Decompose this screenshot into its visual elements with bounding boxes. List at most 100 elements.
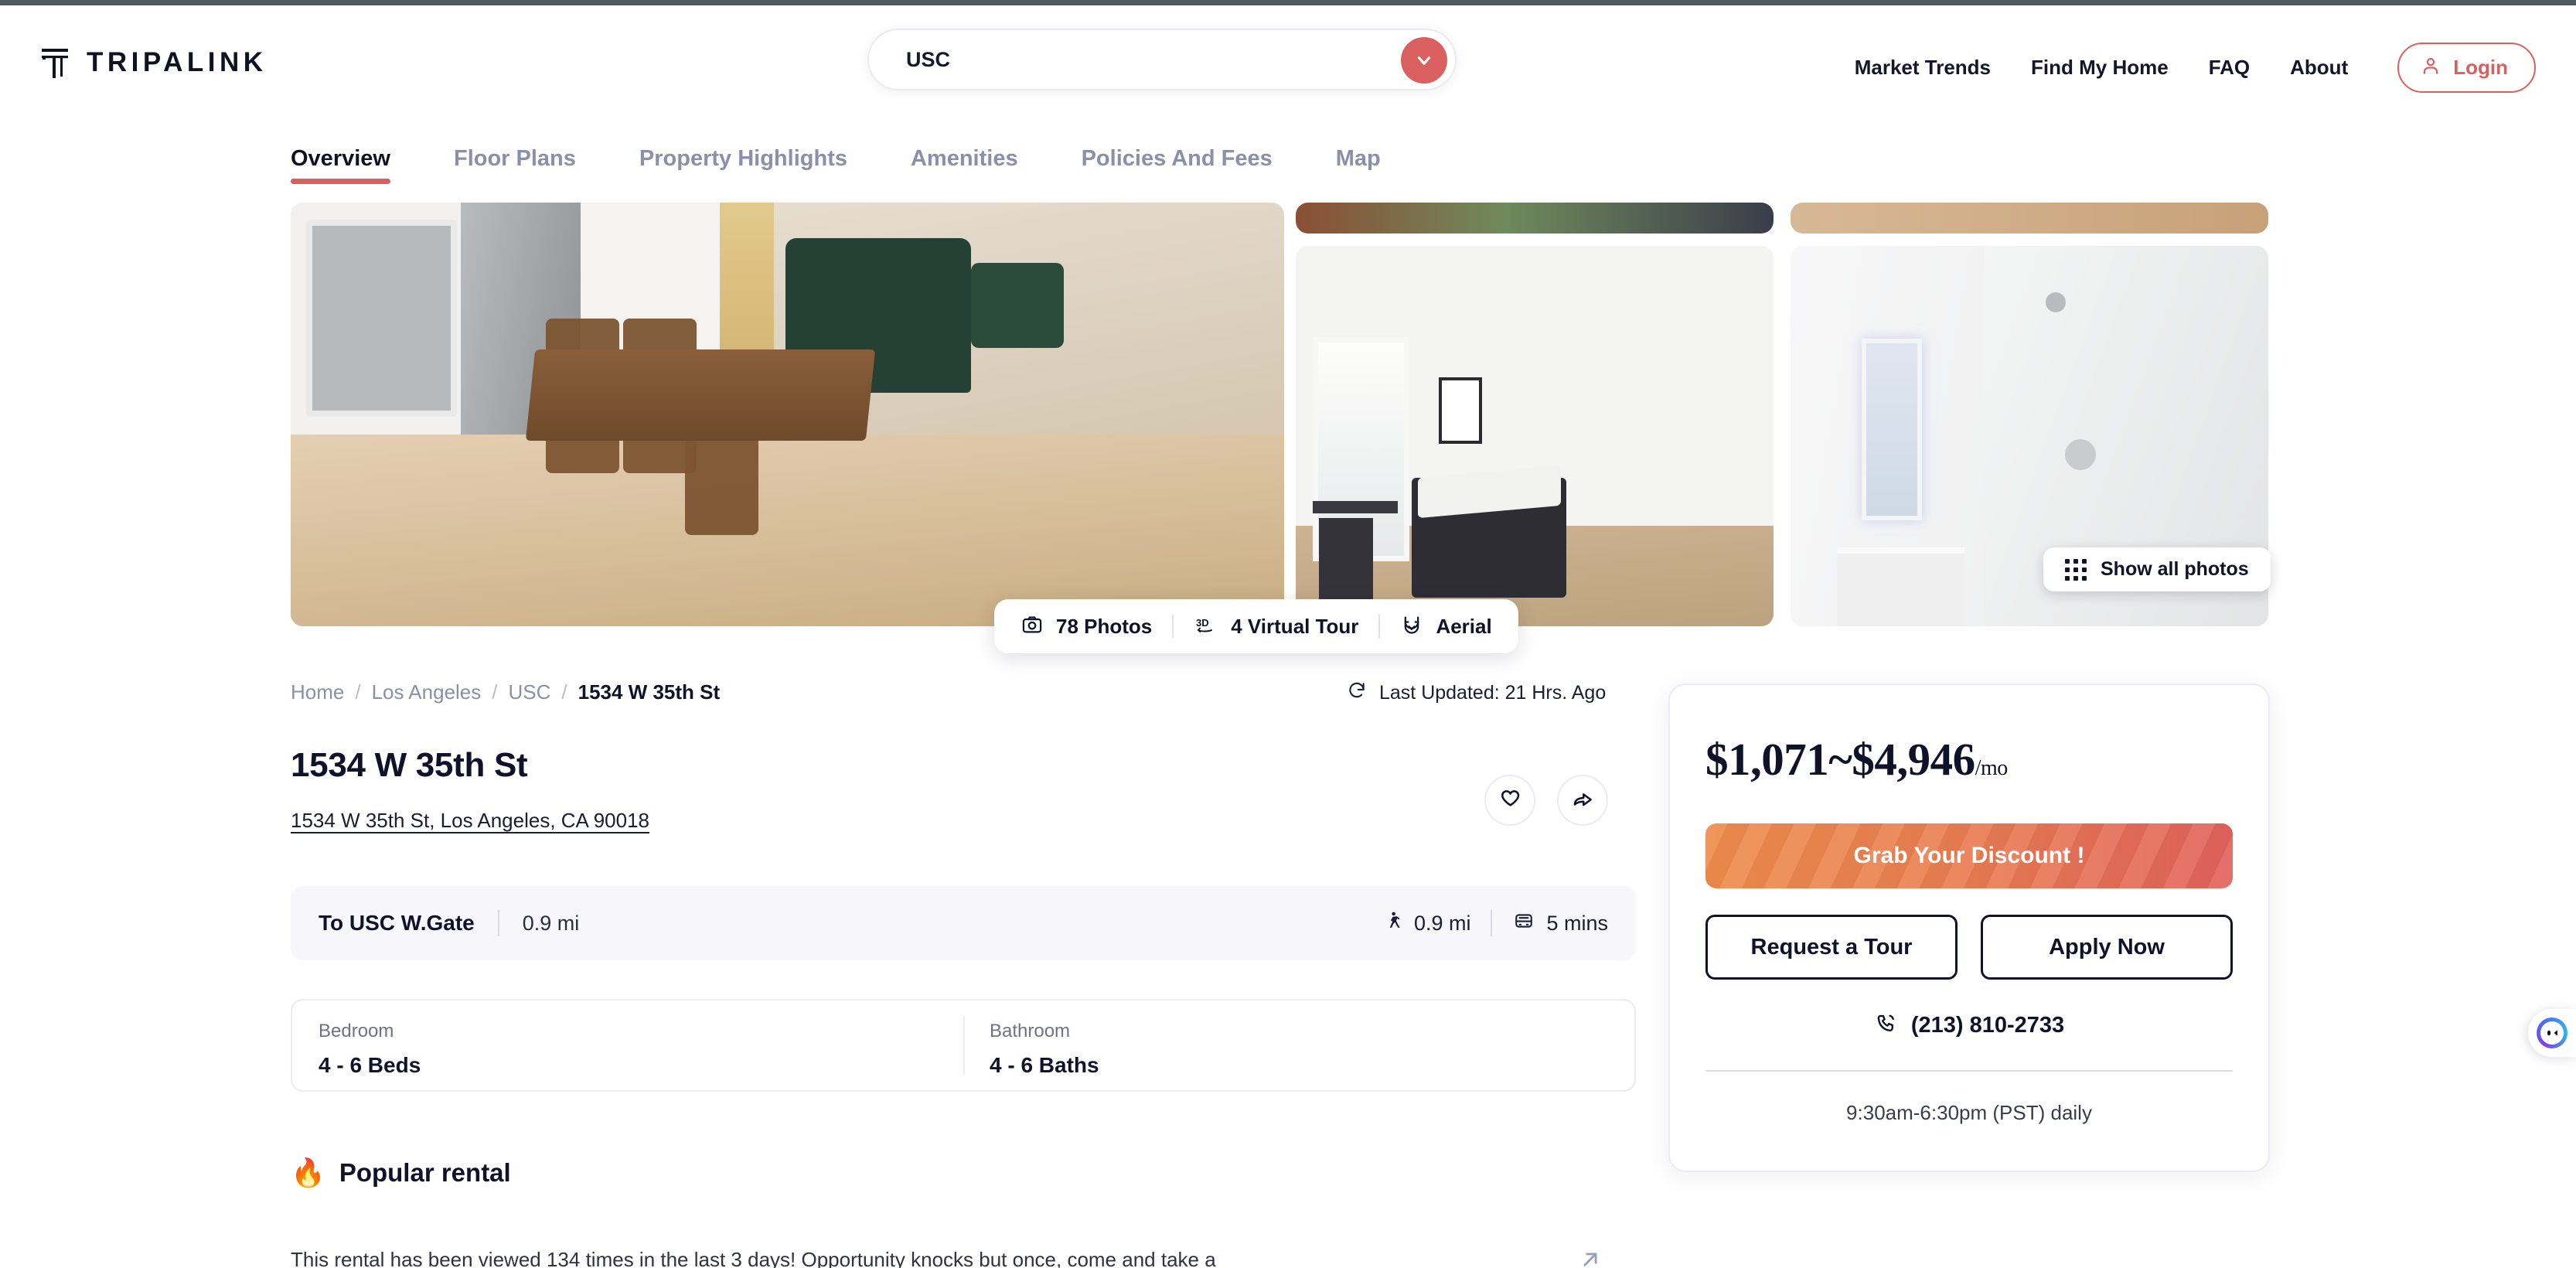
favorite-button[interactable] (1484, 775, 1535, 826)
brand-logo[interactable]: TRIPALINK (40, 46, 267, 80)
photo-gallery (291, 203, 2268, 626)
commute-drive: 5 mins (1512, 911, 1608, 936)
gallery-photo-main[interactable] (291, 203, 1284, 626)
commute-walk: 0.9 mi (1383, 909, 1471, 938)
breadcrumb: Home / Los Angeles / USC / 1534 W 35th S… (291, 680, 720, 704)
login-label: Login (2453, 56, 2508, 79)
commute-bar: To USC W.Gate 0.9 mi 0.9 mi 5 mins (291, 886, 1636, 960)
commute-destination: To USC W.Gate (319, 911, 475, 935)
breadcrumb-item-home[interactable]: Home (291, 680, 344, 704)
tab-policies-and-fees[interactable]: Policies And Fees (1082, 129, 1273, 172)
phone-icon (1874, 1012, 1897, 1039)
refresh-icon (1347, 680, 1367, 706)
spec-bedroom: Bedroom 4 - 6 Beds (292, 1000, 963, 1090)
virtual-tour-label: 4 Virtual Tour (1231, 614, 1359, 638)
commute-destination-distance: 0.9 mi (522, 911, 580, 935)
brand-name: TRIPALINK (87, 47, 267, 77)
nav-link-find-my-home[interactable]: Find My Home (2031, 56, 2169, 80)
breadcrumb-item-los-angeles[interactable]: Los Angeles (372, 680, 482, 704)
share-icon (1571, 787, 1594, 814)
svg-text:3D: 3D (1196, 617, 1209, 629)
virtual-tour-button[interactable]: 3D 4 Virtual Tour (1194, 614, 1358, 639)
aerial-label: Aerial (1436, 614, 1492, 638)
photos-count-label: 78 Photos (1056, 614, 1153, 638)
nav-link-about[interactable]: About (2290, 56, 2348, 80)
price-card: $1,071~$4,946/mo Grab Your Discount ! Re… (1668, 683, 2270, 1172)
tab-overview[interactable]: Overview (291, 129, 390, 184)
user-icon (2421, 55, 2441, 80)
tab-property-highlights[interactable]: Property Highlights (639, 129, 847, 172)
popular-rental-header: 🔥 Popular rental (291, 1158, 511, 1188)
grab-discount-button[interactable]: Grab Your Discount ! (1705, 823, 2233, 888)
nav-link-market-trends[interactable]: Market Trends (1855, 56, 1991, 80)
chat-widget-button[interactable] (2528, 1009, 2576, 1057)
grid-dots-icon (2065, 558, 2087, 581)
spec-bedroom-value: 4 - 6 Beds (319, 1053, 421, 1077)
show-all-photos-button[interactable]: Show all photos (2043, 547, 2271, 591)
phone-number: (213) 810-2733 (1910, 1013, 2065, 1038)
share-button[interactable] (1557, 775, 1608, 826)
spec-bathroom-value: 4 - 6 Baths (990, 1053, 1099, 1077)
chevron-down-icon (1414, 50, 1434, 70)
search-input[interactable] (906, 36, 1339, 83)
camera-icon (1021, 614, 1044, 639)
gallery-photo-2[interactable] (1296, 246, 1774, 626)
aerial-button[interactable]: Aerial (1400, 614, 1492, 639)
site-header: TRIPALINK Market Trends Find My Home FAQ… (0, 5, 2576, 129)
tab-floor-plans[interactable]: Floor Plans (454, 129, 576, 172)
gallery-photo-3-top[interactable] (1791, 203, 2268, 233)
main-navigation: Market Trends Find My Home FAQ About Log… (1855, 43, 2536, 93)
spec-bedroom-label: Bedroom (319, 1021, 394, 1041)
last-updated-label: Last Updated: 21 Hrs. Ago (1379, 682, 1607, 704)
breadcrumb-item-usc[interactable]: USC (509, 680, 551, 704)
show-all-photos-label: Show all photos (2101, 558, 2249, 580)
search-submit-button[interactable] (1401, 37, 1447, 84)
breadcrumb-item-current: 1534 W 35th St (578, 680, 721, 704)
office-hours: 9:30am-6:30pm (PST) daily (1846, 1101, 2092, 1124)
price-range: $1,071~$4,946/mo (1705, 733, 2233, 786)
nav-link-faq[interactable]: FAQ (2209, 56, 2250, 80)
page-title: 1534 W 35th St (291, 746, 528, 784)
breadcrumb-separator: / (355, 680, 361, 704)
commute-drive-time: 5 mins (1546, 911, 1608, 935)
breadcrumb-separator: / (561, 680, 567, 704)
3d-icon: 3D (1194, 614, 1218, 639)
arrow-up-right-icon[interactable] (1577, 1246, 1603, 1268)
apply-now-button[interactable]: Apply Now (1981, 915, 2233, 980)
property-specs: Bedroom 4 - 6 Beds Bathroom 4 - 6 Baths (291, 999, 1636, 1092)
popular-rental-body: This rental has been viewed 134 times in… (291, 1248, 1216, 1268)
tab-map[interactable]: Map (1336, 129, 1381, 172)
popular-rental-heading: Popular rental (339, 1158, 511, 1187)
heart-icon (1498, 787, 1521, 814)
drone-icon (1400, 614, 1423, 639)
property-address-link[interactable]: 1534 W 35th St, Los Angeles, CA 90018 (291, 809, 649, 833)
search-bar[interactable] (867, 29, 1457, 90)
section-tab-bar: Overview Floor Plans Property Highlights… (0, 129, 2576, 202)
car-icon (1512, 911, 1535, 936)
fire-icon: 🔥 (291, 1157, 325, 1188)
commute-walk-distance: 0.9 mi (1413, 911, 1471, 935)
price-unit: /mo (1975, 756, 2009, 780)
gallery-photo-2-top[interactable] (1296, 203, 1774, 233)
tripalink-logo-icon (40, 46, 73, 80)
phone-link[interactable]: (213) 810-2733 (1705, 1012, 2233, 1039)
gallery-media-toolbar: 78 Photos 3D 4 Virtual Tour Aerial (994, 599, 1518, 653)
price-card-divider (1705, 1070, 2233, 1072)
commute-divider (497, 910, 499, 936)
commute-divider (1491, 910, 1493, 936)
tab-amenities[interactable]: Amenities (911, 129, 1018, 172)
spec-bathroom-label: Bathroom (990, 1021, 1071, 1041)
spec-bathroom: Bathroom 4 - 6 Baths (963, 1000, 1634, 1090)
window-top-strip (0, 0, 2576, 5)
photos-count-button[interactable]: 78 Photos (1021, 614, 1152, 639)
property-actions (1484, 775, 1608, 826)
toolbar-divider (1172, 615, 1174, 638)
price-value: $1,071~$4,946 (1705, 734, 1975, 785)
chat-avatar-icon (2537, 1017, 2567, 1048)
last-updated: Last Updated: 21 Hrs. Ago (1347, 680, 1606, 706)
request-tour-button[interactable]: Request a Tour (1705, 915, 1958, 980)
walking-icon (1383, 909, 1403, 938)
login-button[interactable]: Login (2397, 43, 2536, 93)
breadcrumb-separator: / (492, 680, 498, 704)
toolbar-divider (1378, 615, 1381, 638)
